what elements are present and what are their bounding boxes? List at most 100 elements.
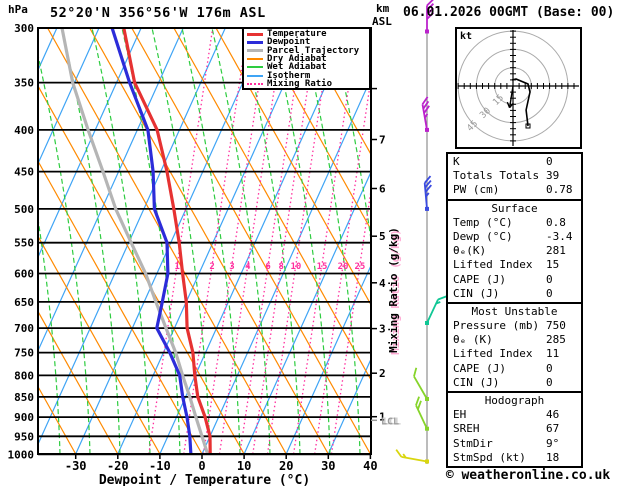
svg-text:8: 8 [278,262,283,272]
panel-section: HodographEH46SREH67StmDir9°StmSpd (kt)18 [448,391,581,466]
panel-row-value: 0 [546,376,553,389]
panel-row: CIN (J)0 [448,287,581,301]
svg-text:900: 900 [14,411,34,424]
panel-row: Temp (°C) 0.8 [448,216,581,230]
svg-text:0: 0 [198,459,205,473]
legend-box: TemperatureDewpointParcel TrajectoryDry … [242,27,371,90]
km-unit-label: km [376,2,389,15]
legend-line-sample [247,33,263,36]
panel-row-label: Totals Totals [453,169,539,182]
svg-text:800: 800 [14,369,34,382]
svg-text:6: 6 [379,183,386,196]
panel-row-label: CIN (J) [453,376,499,389]
svg-text:20: 20 [338,262,349,272]
legend-line-sample [247,66,263,68]
panel-row: θₑ (K)285 [448,333,581,347]
panel-row-label: SREH [453,422,480,435]
panel-row-value: 281 [546,244,566,257]
temperature-axis: -30-20-10010203040Dewpoint / Temperature… [65,454,378,486]
legend-line-sample [247,75,263,77]
panel-row-value: 0 [546,362,553,375]
panel-section-header: Hodograph [448,394,581,408]
svg-text:4: 4 [379,277,386,290]
legend-line-sample [247,83,263,85]
wind-barb-column [396,0,446,464]
panel-row-value: 0.8 [546,216,566,229]
panel-row-label: Dewp (°C) [453,230,513,243]
panel-row: EH46 [448,408,581,422]
panel-row-label: CIN (J) [453,287,499,300]
legend-line-sample [247,58,263,60]
sounding-curves [62,28,210,454]
legend-item: Mixing Ratio [247,80,369,88]
svg-text:-20: -20 [107,459,129,473]
svg-text:15: 15 [317,262,328,272]
panel-row-label: PW (cm) [453,183,499,196]
panel-row-label: θₑ(K) [453,244,486,257]
svg-text:400: 400 [14,124,34,137]
panel-row-value: 750 [546,319,566,332]
skewt-sounding-page: 3003504004505005506006507007508008509009… [0,0,629,486]
svg-text:10: 10 [237,459,251,473]
panel-row-label: Lifted Index [453,258,532,271]
panel-section: Most UnstablePressure (mb)750θₑ (K)285Li… [448,302,581,391]
panel-section: SurfaceTemp (°C) 0.8 Dewp (°C) -3.4 θₑ(K) 281… [448,199,581,302]
panel-row: CAPE (J) 0 [448,362,581,376]
mixing-ratio-axis-label: Mixing Ratio (g/kg)Mixing Ratio (g/kg) [387,227,402,355]
svg-text:20: 20 [279,459,293,473]
barb-station-dot [425,427,429,431]
svg-text:10: 10 [290,262,301,272]
svg-text:4: 4 [245,262,251,272]
svg-text:25: 25 [354,262,365,272]
panel-row: StmDir9° [448,437,581,451]
svg-text:650: 650 [14,296,34,309]
panel-row-label: CAPE (J) [453,273,506,286]
panel-row-value: -3.4 [546,230,573,243]
panel-section-header: Surface [448,202,581,216]
svg-text:30: 30 [321,459,335,473]
svg-text:Dewpoint / Temperature (°C): Dewpoint / Temperature (°C) [99,473,310,486]
copyright-footer: © weatheronline.co.uk [428,468,628,483]
barb-station-dot [425,397,429,401]
svg-text:LCL: LCL [381,416,399,427]
barb-station-dot [425,460,429,464]
panel-row: Lifted Index15 [448,258,581,272]
svg-text:Mixing Ratio (g/kg): Mixing Ratio (g/kg) [387,227,400,353]
panel-row: Dewp (°C) -3.4 [448,230,581,244]
panel-row-value: 0 [546,273,553,286]
svg-text:2: 2 [379,367,386,380]
panel-row: Pressure (mb) 750 [448,319,581,333]
indices-panel: K0Totals Totals39PW (cm)0.78SurfaceTemp … [446,152,583,468]
panel-row: θₑ(K) 281 [448,244,581,258]
panel-row: SREH67 [448,422,581,436]
panel-row: Totals Totals 39 [448,169,581,183]
barb-station-dot [425,128,429,132]
panel-row-label: EH [453,408,466,421]
svg-text:850: 850 [14,391,34,404]
pressure-unit-label: hPa [8,3,28,16]
station-title: 52°20'N 356°56'W 176m ASL [50,5,266,21]
panel-row-label: Pressure (mb) [453,319,539,332]
svg-text:6: 6 [265,262,270,272]
panel-section: K0Totals Totals39PW (cm)0.78 [448,154,581,199]
panel-row-value: 0 [546,155,553,168]
panel-row-value: 18 [546,451,559,464]
panel-row-label: Temp (°C) [453,216,513,229]
panel-row: StmSpd (kt)18 [448,451,581,465]
panel-row-label: CAPE (J) [453,362,506,375]
panel-row: CIN (J) 0 [448,376,581,390]
svg-text:40: 40 [363,459,377,473]
panel-row: Lifted Index11 [448,347,581,361]
hodograph: 153045kt [456,28,581,148]
barb-station-dot [425,30,429,34]
svg-text:350: 350 [14,77,34,90]
legend-line-sample [247,41,263,44]
svg-text:500: 500 [14,203,34,216]
panel-row-value: 39 [546,169,559,182]
panel-row: K0 [448,155,581,169]
svg-text:600: 600 [14,268,34,281]
svg-text:450: 450 [14,166,34,179]
asl-unit-label: ASL [372,15,392,28]
svg-text:700: 700 [14,322,34,335]
svg-text:1: 1 [174,262,179,272]
